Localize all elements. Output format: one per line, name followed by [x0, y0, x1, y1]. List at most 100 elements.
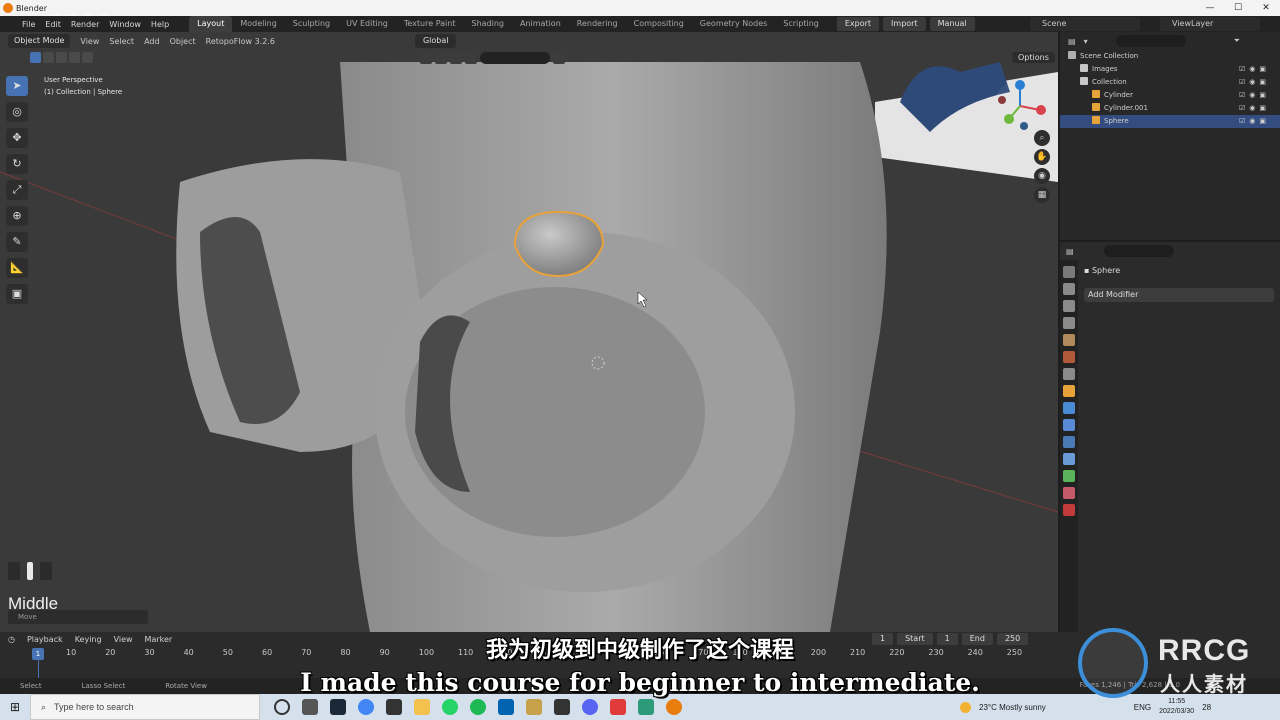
navigation-gizmo[interactable]	[990, 76, 1050, 136]
viewport-menu-view[interactable]: View	[80, 37, 99, 46]
import-button[interactable]: Import	[883, 17, 926, 31]
task-view-icon[interactable]	[302, 699, 318, 715]
view-layer-tab-icon[interactable]	[1063, 317, 1075, 329]
collection-tab-icon[interactable]	[1063, 368, 1075, 380]
taskbar-search-box[interactable]: ⌕ Type here to search	[30, 694, 260, 720]
select-tool-icon[interactable]: ➤	[6, 76, 28, 96]
add-cube-tool-icon[interactable]: ▣	[6, 284, 28, 304]
move-tool-icon[interactable]: ✥	[6, 128, 28, 148]
meet-icon[interactable]	[638, 699, 654, 715]
display-mode-icon[interactable]: ▾	[1084, 37, 1088, 46]
lightning-app-icon[interactable]	[610, 699, 626, 715]
camera-icon[interactable]: ◉	[1034, 168, 1050, 184]
file-explorer-icon[interactable]	[414, 699, 430, 715]
rotate-tool-icon[interactable]: ↻	[6, 154, 28, 174]
texture-tab-icon[interactable]	[1063, 504, 1075, 516]
language-indicator[interactable]: ENG	[1134, 703, 1151, 712]
last-operator-panel[interactable]: Move	[8, 610, 148, 624]
output-tab-icon[interactable]	[1063, 300, 1075, 312]
visibility-toggle-icon[interactable]: ☑◉▣	[1239, 76, 1270, 89]
blender-taskbar-icon[interactable]	[666, 699, 682, 715]
material-tab-icon[interactable]	[1063, 487, 1075, 499]
tab-layout[interactable]: Layout	[189, 16, 233, 32]
retopoflow-dropdown[interactable]: RetopoFlow 3.2.6	[206, 37, 275, 46]
notes-icon[interactable]	[526, 699, 542, 715]
menu-edit[interactable]: Edit	[45, 20, 61, 29]
outliner-row[interactable]: Scene Collection	[1060, 50, 1280, 63]
measure-tool-icon[interactable]: 📐	[6, 258, 28, 278]
tab-compositing[interactable]: Compositing	[626, 16, 692, 32]
scene-selector[interactable]: Scene	[1030, 17, 1140, 31]
unity-icon[interactable]	[554, 699, 570, 715]
minimize-button[interactable]: —	[1196, 0, 1224, 16]
outliner-search-input[interactable]	[1115, 35, 1186, 47]
tab-modeling[interactable]: Modeling	[232, 16, 284, 32]
tool-tab-icon[interactable]	[1063, 266, 1075, 278]
maximize-button[interactable]: ☐	[1224, 0, 1252, 16]
tab-uv-editing[interactable]: UV Editing	[338, 16, 396, 32]
menu-window[interactable]: Window	[109, 20, 141, 29]
cortana-icon[interactable]	[274, 699, 290, 715]
windows-start-icon[interactable]: ⊞	[0, 700, 30, 714]
weather-label[interactable]: 23°C Mostly sunny	[979, 703, 1046, 712]
discord-icon[interactable]	[582, 699, 598, 715]
particles-tab-icon[interactable]	[1063, 419, 1075, 431]
zoom-icon[interactable]: ⌕	[1034, 130, 1050, 146]
overlay-filter-icon[interactable]	[465, 52, 477, 64]
export-button[interactable]: Export	[836, 17, 880, 31]
tab-scripting[interactable]: Scripting	[775, 16, 827, 32]
proportional-edit-icon[interactable]	[435, 52, 447, 64]
pan-hand-icon[interactable]: ✋	[1034, 149, 1050, 165]
tab-shading[interactable]: Shading	[463, 16, 512, 32]
add-modifier-button[interactable]: Add Modifier	[1084, 288, 1274, 302]
menu-file[interactable]: File	[22, 20, 35, 29]
3d-viewport[interactable]: Object Mode View Select Add Object Retop…	[0, 32, 1058, 632]
render-tab-icon[interactable]	[1063, 283, 1075, 295]
properties-editor-icon[interactable]: ▤	[1066, 247, 1074, 256]
outliner-row[interactable]: Sphere ☑◉▣	[1060, 115, 1280, 128]
options-dropdown[interactable]: Options	[1012, 52, 1055, 63]
properties-search-input[interactable]	[1103, 245, 1174, 257]
tab-texture-paint[interactable]: Texture Paint	[396, 16, 464, 32]
tab-rendering[interactable]: Rendering	[569, 16, 626, 32]
scene-tab-icon[interactable]	[1063, 334, 1075, 346]
whatsapp-icon[interactable]	[442, 699, 458, 715]
select-new-icon[interactable]	[30, 52, 41, 63]
outliner-row[interactable]: Cylinder.001 ☑◉▣	[1060, 102, 1280, 115]
transform-orientation-dropdown[interactable]: Global	[414, 34, 457, 48]
tab-sculpting[interactable]: Sculpting	[285, 16, 338, 32]
editor-type-icon[interactable]: ▤	[1068, 37, 1076, 46]
data-tab-icon[interactable]	[1063, 470, 1075, 482]
visibility-toggle-icon[interactable]: ☑◉▣	[1239, 115, 1270, 128]
menu-help[interactable]: Help	[151, 20, 169, 29]
manual-button[interactable]: Manual	[929, 17, 975, 31]
select-subtract-icon[interactable]	[56, 52, 67, 63]
viewport-search-input[interactable]	[480, 52, 550, 64]
outliner-row[interactable]: Images ☑◉▣	[1060, 63, 1280, 76]
select-invert-icon[interactable]	[69, 52, 80, 63]
select-intersect-icon[interactable]	[82, 52, 93, 63]
constraints-tab-icon[interactable]	[1063, 453, 1075, 465]
steam-icon[interactable]	[330, 699, 346, 715]
menu-render[interactable]: Render	[71, 20, 99, 29]
tab-animation[interactable]: Animation	[512, 16, 569, 32]
taskbar-clock[interactable]: 11:55 2022/03/30	[1159, 697, 1194, 717]
select-extend-icon[interactable]	[43, 52, 54, 63]
chrome-icon[interactable]	[358, 699, 374, 715]
transform-tool-icon[interactable]: ⊕	[6, 206, 28, 226]
object-mode-dropdown[interactable]: Object Mode	[8, 34, 71, 48]
spotify-icon[interactable]	[470, 699, 486, 715]
snap-toggle-icon[interactable]	[420, 52, 432, 64]
word-icon[interactable]	[498, 699, 514, 715]
view-layer-selector[interactable]: ViewLayer	[1160, 17, 1260, 31]
cursor-tool-icon[interactable]: ◎	[6, 102, 28, 122]
outliner-filter-icon[interactable]: ⏷	[1234, 36, 1240, 46]
visibility-toggle-icon[interactable]: ☑◉▣	[1239, 63, 1270, 76]
object-tab-icon[interactable]	[1063, 385, 1075, 397]
world-tab-icon[interactable]	[1063, 351, 1075, 363]
tab-geometry-nodes[interactable]: Geometry Nodes	[692, 16, 775, 32]
close-button[interactable]: ✕	[1252, 0, 1280, 16]
viewport-menu-select[interactable]: Select	[109, 37, 134, 46]
physics-tab-icon[interactable]	[1063, 436, 1075, 448]
filter-icon[interactable]	[553, 52, 565, 64]
